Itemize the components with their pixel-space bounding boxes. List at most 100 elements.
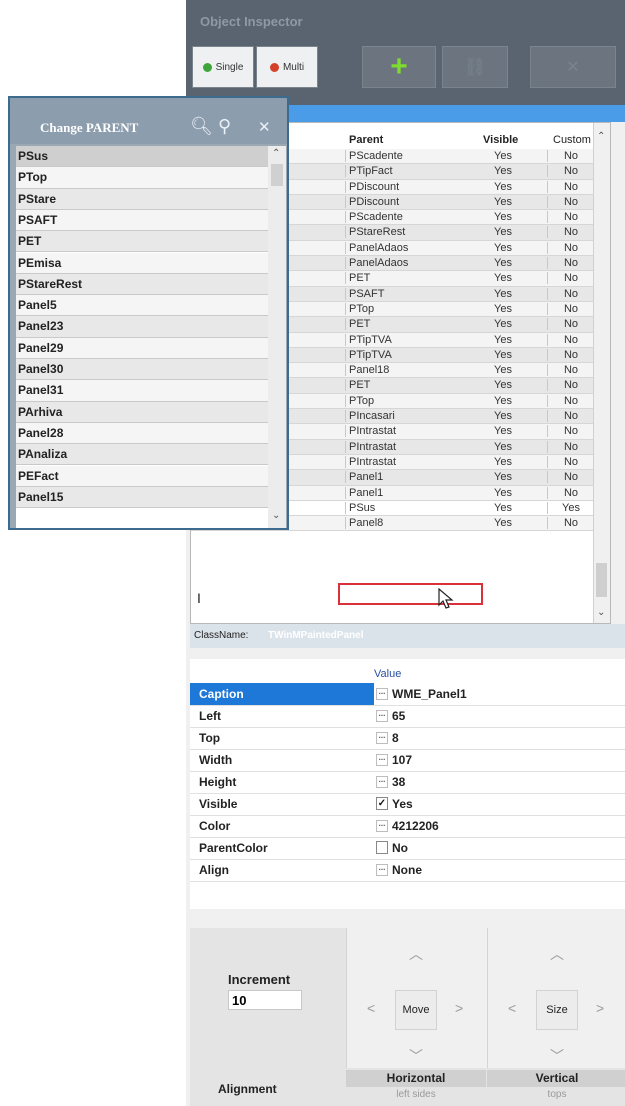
parent-cell[interactable]: PIntrastat (345, 440, 469, 453)
parent-cell[interactable]: PanelAdaos (345, 241, 469, 254)
visible-cell[interactable]: Yes (483, 517, 523, 529)
multi-button[interactable]: Multi (256, 46, 318, 88)
ellipsis-icon[interactable]: ... (376, 710, 388, 722)
property-value[interactable]: No (392, 841, 408, 855)
custom-cell[interactable]: No (547, 394, 594, 407)
property-row[interactable]: Caption... WME_Panel1 (190, 683, 625, 706)
parent-cell[interactable]: PScadente (345, 211, 469, 224)
property-value-cell[interactable]: ... 65 (374, 705, 625, 727)
parent-cell[interactable]: PDiscount (345, 195, 469, 208)
visible-cell[interactable]: Yes (483, 165, 523, 177)
property-value[interactable]: WME_Panel1 (392, 687, 467, 701)
parent-cell[interactable]: PTipTVA (345, 348, 469, 361)
checkbox[interactable]: ✓ (376, 797, 388, 810)
increment-input[interactable] (228, 990, 302, 1010)
link-button[interactable]: ⛓ (442, 46, 508, 88)
ellipsis-icon[interactable]: ... (376, 820, 388, 832)
list-item[interactable]: PET (16, 231, 268, 253)
property-row[interactable]: Width... 107 (190, 749, 625, 772)
visible-cell[interactable]: Yes (483, 272, 523, 284)
visible-cell[interactable]: Yes (483, 150, 523, 162)
visible-cell[interactable]: Yes (483, 425, 523, 437)
custom-cell[interactable]: No (547, 318, 594, 331)
size-button[interactable]: Size (536, 990, 578, 1030)
custom-cell[interactable]: Yes (547, 501, 594, 514)
vertical-option[interactable]: tops (487, 1089, 625, 1100)
custom-cell[interactable]: No (547, 379, 594, 392)
visible-cell[interactable]: Yes (483, 471, 523, 483)
parent-cell[interactable]: PSus (345, 501, 469, 514)
move-button[interactable]: Move (395, 990, 437, 1030)
visible-cell[interactable]: Yes (483, 303, 523, 315)
property-row[interactable]: Visible ✓ Yes (190, 793, 625, 816)
custom-cell[interactable]: No (547, 348, 594, 361)
parent-cell[interactable]: PTop (345, 394, 469, 407)
parent-cell[interactable]: PTipFact (345, 165, 469, 178)
ellipsis-icon[interactable]: ... (376, 776, 388, 788)
visible-cell[interactable]: Yes (483, 487, 523, 499)
list-item[interactable]: Panel5 (16, 295, 268, 317)
visible-cell[interactable]: Yes (483, 334, 523, 346)
custom-cell[interactable]: No (547, 364, 594, 377)
custom-cell[interactable]: No (547, 180, 594, 193)
parent-cell[interactable]: PIntrastat (345, 455, 469, 468)
parent-cell[interactable]: PET (345, 379, 469, 392)
parent-cell[interactable]: PanelAdaos (345, 257, 469, 270)
parent-cell[interactable]: Panel1 (345, 471, 469, 484)
col-visible[interactable]: Visible (483, 134, 518, 146)
property-value-cell[interactable]: ... WME_Panel1 (374, 683, 625, 705)
property-value[interactable]: 107 (392, 753, 412, 767)
visible-cell[interactable]: Yes (483, 395, 523, 407)
list-item[interactable]: Panel29 (16, 337, 268, 359)
parent-cell[interactable]: Panel8 (345, 517, 469, 530)
list-item[interactable]: Panel28 (16, 422, 268, 445)
custom-cell[interactable]: No (547, 165, 594, 178)
property-value[interactable]: Yes (392, 797, 413, 811)
property-row[interactable]: Top... 8 (190, 727, 625, 750)
scroll-down-icon[interactable]: ⌄ (272, 510, 280, 521)
list-item[interactable]: PStareRest (16, 273, 268, 296)
property-value[interactable]: 8 (392, 731, 399, 745)
close-icon[interactable]: ✕ (258, 118, 271, 136)
parent-cell[interactable]: PET (345, 318, 469, 331)
add-button[interactable]: + (362, 46, 436, 88)
visible-cell[interactable]: Yes (483, 349, 523, 361)
visible-cell[interactable]: Yes (483, 181, 523, 193)
custom-cell[interactable]: No (547, 517, 594, 530)
horizontal-option[interactable]: left sides (346, 1089, 486, 1100)
custom-cell[interactable]: No (547, 272, 594, 285)
property-value[interactable]: 38 (392, 775, 405, 789)
ellipsis-icon[interactable]: ... (376, 732, 388, 744)
list-item[interactable]: PTop (16, 167, 268, 189)
custom-cell[interactable]: No (547, 333, 594, 346)
property-value-cell[interactable]: ... 38 (374, 771, 625, 793)
move-left-icon[interactable]: < (367, 1000, 375, 1016)
property-name[interactable]: Align (199, 863, 229, 877)
single-button[interactable]: Single (192, 46, 254, 88)
custom-cell[interactable]: No (547, 226, 594, 239)
visible-cell[interactable]: Yes (483, 441, 523, 453)
visible-cell[interactable]: Yes (483, 211, 523, 223)
property-value-cell[interactable]: ... None (374, 859, 625, 881)
custom-cell[interactable]: No (547, 287, 594, 300)
list-item[interactable]: PEFact (16, 465, 268, 487)
custom-cell[interactable]: No (547, 241, 594, 254)
property-name[interactable]: Visible (199, 797, 237, 811)
property-name[interactable]: Height (199, 775, 236, 789)
move-down-icon[interactable]: ﹀ (409, 1046, 423, 1066)
ellipsis-icon[interactable]: ... (376, 688, 388, 700)
parent-cell[interactable]: PSAFT (345, 287, 469, 300)
scroll-up-icon[interactable]: ⌃ (597, 131, 605, 142)
property-row[interactable]: Align ... None (190, 859, 625, 882)
size-up-icon[interactable]: ︿ (550, 944, 564, 964)
property-row[interactable]: Color... 4212206 (190, 815, 625, 838)
list-item[interactable]: PEmisa (16, 252, 268, 274)
scroll-down-icon[interactable]: ⌄ (597, 607, 605, 618)
ellipsis-icon[interactable]: ... (376, 864, 388, 876)
custom-cell[interactable]: No (547, 471, 594, 484)
parent-cell[interactable]: PET (345, 272, 469, 285)
property-name[interactable]: Caption (199, 687, 244, 701)
parent-cell[interactable]: Panel18 (345, 364, 469, 377)
visible-cell[interactable]: Yes (483, 456, 523, 468)
size-right-icon[interactable]: > (596, 1000, 604, 1016)
